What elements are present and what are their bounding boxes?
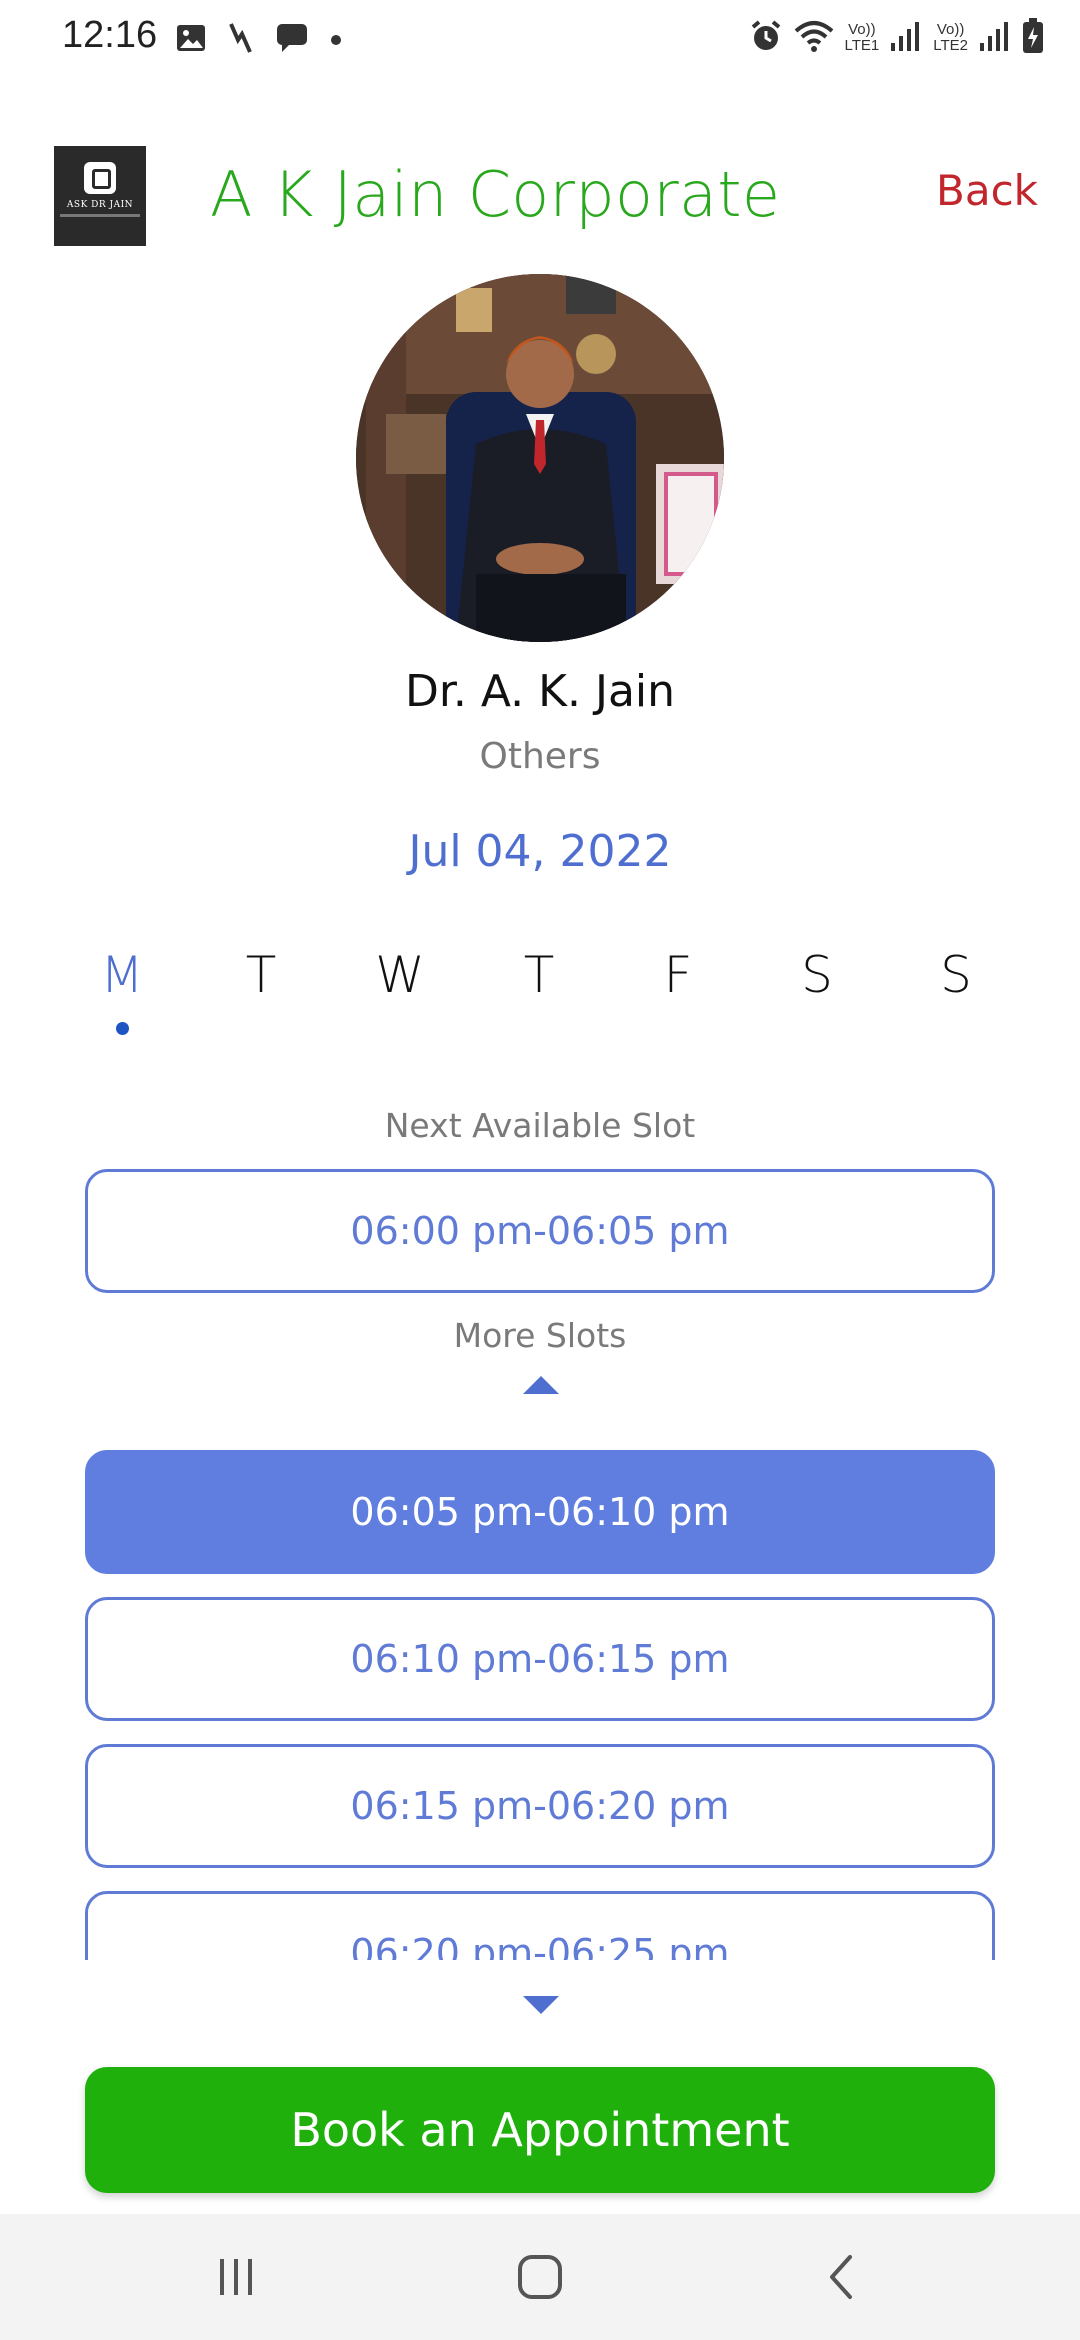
- day-friday[interactable]: F: [608, 946, 748, 1004]
- sim2-label: Vo)) LTE2: [933, 21, 968, 54]
- wifi-icon: [793, 19, 835, 57]
- day-monday[interactable]: M: [52, 946, 192, 1004]
- status-right-icons: Vo)) LTE1 Vo)) LTE2: [749, 18, 1045, 58]
- gallery-icon: [176, 23, 206, 57]
- more-slots-label: More Slots: [453, 1316, 627, 1355]
- doctor-specialty: Others: [479, 736, 601, 777]
- message-icon: [276, 23, 308, 57]
- sim1-label: Vo)) LTE1: [844, 21, 880, 54]
- page-title: A K Jain Corporate: [210, 158, 781, 231]
- battery-icon: [1022, 18, 1044, 58]
- doctor-name: Dr. A. K. Jain: [404, 666, 676, 717]
- logo-mark-icon: [84, 162, 116, 194]
- logo-text: ASK DR JAIN: [66, 200, 134, 210]
- back-icon[interactable]: [762, 2214, 922, 2340]
- day-tuesday[interactable]: T: [191, 946, 331, 1004]
- status-time: 12:16: [62, 14, 158, 56]
- home-icon[interactable]: [460, 2214, 620, 2340]
- next-slot-button[interactable]: 06:00 pm-06:05 pm: [85, 1169, 995, 1293]
- book-appointment-button[interactable]: Book an Appointment: [85, 2067, 995, 2193]
- slot-item[interactable]: 06:05 pm-06:10 pm: [85, 1450, 995, 1574]
- screen: 12:16 Vo)) LTE1 Vo)) LTE2 ASK DR JAIN A …: [0, 0, 1080, 2340]
- day-sunday[interactable]: S: [886, 946, 1026, 1004]
- slot-item[interactable]: 06:10 pm-06:15 pm: [85, 1597, 995, 1721]
- next-slot-label: Next Available Slot: [384, 1106, 696, 1145]
- selected-date[interactable]: Jul 04, 2022: [0, 826, 1080, 877]
- day-wednesday[interactable]: W: [330, 946, 470, 1004]
- missed-call-icon: [228, 22, 254, 58]
- day-saturday[interactable]: S: [747, 946, 887, 1004]
- alarm-icon: [749, 19, 783, 57]
- back-button[interactable]: Back: [936, 166, 1038, 215]
- slot-item[interactable]: 06:15 pm-06:20 pm: [85, 1744, 995, 1868]
- active-day-indicator: [116, 1022, 129, 1035]
- doctor-avatar: [356, 274, 724, 642]
- notification-dot-icon: [330, 31, 342, 50]
- scroll-down-icon[interactable]: [523, 1996, 559, 2014]
- system-nav-bar: [0, 2214, 1080, 2340]
- logo-underline: [60, 214, 140, 217]
- more-slots-list[interactable]: 06:05 pm-06:10 pm 06:10 pm-06:15 pm 06:1…: [0, 1430, 1080, 1960]
- app-logo: ASK DR JAIN: [54, 146, 146, 246]
- signal-icon: [978, 19, 1012, 57]
- signal-icon: [889, 19, 923, 57]
- status-bar: 12:16 Vo)) LTE1 Vo)) LTE2: [0, 0, 1080, 80]
- status-left-icons: [176, 22, 342, 58]
- day-thursday[interactable]: T: [469, 946, 609, 1004]
- recent-apps-icon[interactable]: [156, 2214, 316, 2340]
- scroll-up-icon[interactable]: [523, 1376, 559, 1394]
- week-day-selector: M T W T F S S: [52, 946, 1052, 1036]
- slot-item[interactable]: 06:20 pm-06:25 pm: [85, 1891, 995, 1960]
